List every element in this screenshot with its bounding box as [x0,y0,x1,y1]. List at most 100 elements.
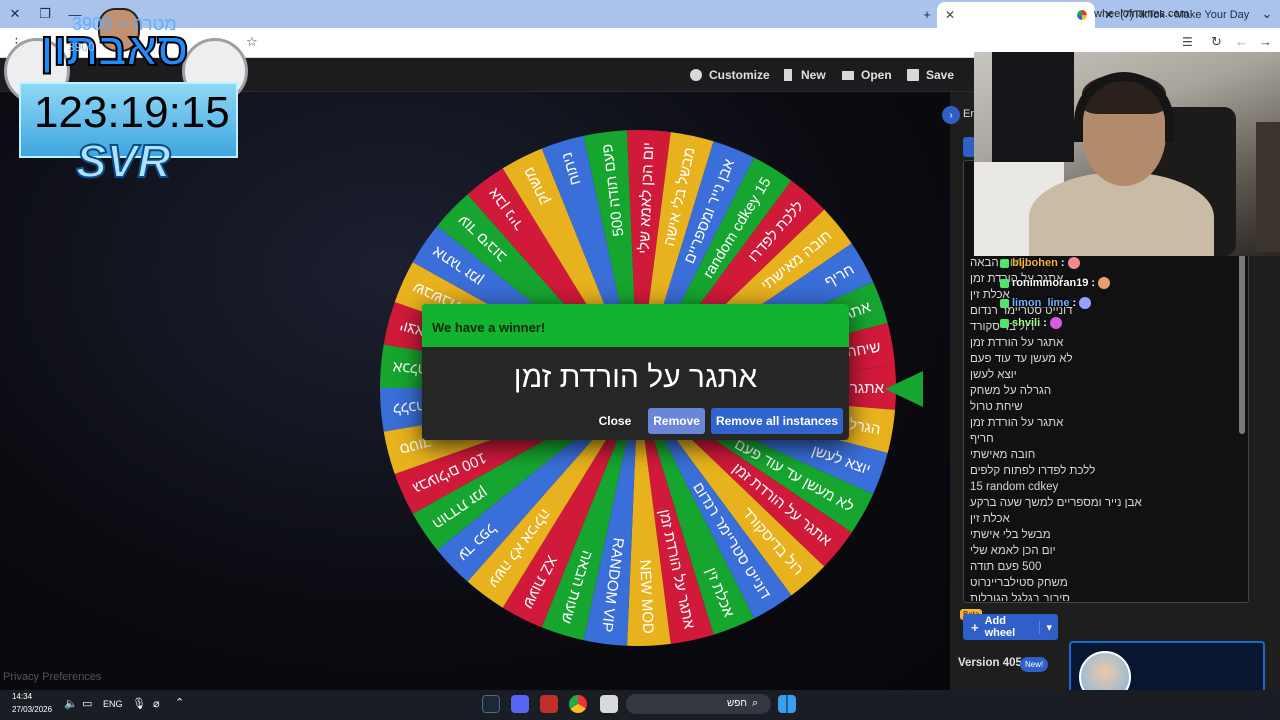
webcam-background-monitor [992,52,1074,162]
winner-name: אתגר על הורדת זמן [513,361,758,394]
forward-arrow-icon[interactable]: → [1259,34,1272,49]
entry-line[interactable]: משחק סטילבריינרוט [970,575,1170,591]
privacy-preferences-link[interactable]: Privacy Preferences [3,671,101,683]
entry-line[interactable]: הגרלה על משחק [970,383,1170,399]
entry-line[interactable]: לא מעשן עד עוד פעם [970,351,1170,367]
reload-icon[interactable]: ↻ [1211,34,1222,50]
tray-chevron-up-icon[interactable]: ⌃ [175,696,184,709]
chat-username: limon_lime [1012,297,1070,309]
url-field[interactable]: wheelofnames.com [1094,8,1189,20]
winner-heading: We have a winner! [422,304,849,347]
chat-separator: : [1043,317,1047,329]
taskbar-search[interactable] [626,694,771,714]
palette-icon [690,69,702,81]
chat-overlay: bljbohen: ronimmoran19: limon_lime: shvili: [1000,253,1170,333]
subathon-timer: 123:19:15 [34,88,230,137]
taskbar-search-label: חפש [727,698,747,709]
chat-message: ronimmoran19: [1000,273,1170,293]
kick-badge-icon [1000,298,1009,308]
remove-all-instances-button[interactable]: Remove all instances [710,408,843,434]
taskbar-search-icon: ⌕ [752,697,759,709]
chat-username: ronimmoran19 [1012,277,1089,289]
open-label: Open [861,68,892,82]
chat-message: bljbohen: [1000,253,1170,273]
wheel-pointer-icon [885,371,923,407]
entry-line[interactable]: אכלת זין [970,511,1170,527]
tab-wheelofnames[interactable]: ✕ [937,2,1095,28]
close-tab-icon[interactable]: ✕ [945,8,955,22]
file-explorer-icon[interactable] [600,695,618,713]
winner-dialog: We have a winner! אתגר על הורדת זמן Clos… [422,304,849,440]
close-button[interactable]: Close [594,408,637,434]
entry-line[interactable]: אבן נייר ומספריים למשך שעה ברקע [970,495,1170,511]
site-info-icon[interactable]: ☰ [1182,35,1193,49]
entry-line[interactable]: אתגר על הורדת זמן [970,335,1170,351]
entry-line[interactable]: אתגר על הורדת זמן [970,415,1170,431]
chat-message: shvili: [1000,313,1170,333]
chat-message: limon_lime: [1000,293,1170,313]
goal-value: 3900 [68,40,95,54]
taskbar-time[interactable]: 14:34 [12,692,32,701]
webcam-feed [974,52,1280,256]
tab-favicon-icon [1077,10,1087,20]
close-window-icon[interactable]: ✕ [0,0,30,28]
new-button[interactable]: New [782,58,826,92]
add-wheel-label: Add wheel [984,615,1016,639]
kick-badge-icon [1000,278,1009,288]
add-wheel-dropdown-icon[interactable]: ▾ [1039,620,1058,634]
wheel-segment-label: NEW MOD [636,559,656,634]
entry-line[interactable]: מבשל בלי אישתי [970,527,1170,543]
entry-line[interactable]: חריף [970,431,1170,447]
customize-button[interactable]: Customize [690,58,770,92]
game-app-icon[interactable] [540,695,558,713]
tab-list-chevron-icon[interactable]: ⌄ [1252,0,1280,28]
save-disk-icon [907,69,919,81]
chrome-icon[interactable] [569,695,587,713]
open-button[interactable]: Open [842,58,892,92]
entry-line[interactable]: חובה מאישתי [970,447,1170,463]
new-badge: New! [1020,657,1049,672]
microphone-icon[interactable]: 🎙 [132,697,146,710]
save-button[interactable]: Save [907,58,954,92]
save-label: Save [926,68,955,82]
entry-line[interactable]: יוצא לעשן [970,367,1170,383]
chat-emote-icon [1098,277,1111,289]
add-wheel-button[interactable]: + Add wheel ▾ [963,614,1058,640]
display-icon[interactable]: ▭ [82,697,92,710]
wifi-off-icon[interactable]: ⌀ [153,697,160,710]
new-label: New [801,68,826,82]
entry-line[interactable]: 15 random cdkey [970,479,1170,495]
volume-icon[interactable]: 🔈 [64,697,78,710]
steam-icon[interactable] [482,695,500,713]
chat-username: bljbohen [1012,257,1058,269]
kick-badge-icon [1000,258,1009,268]
kick-badge-icon [1000,318,1009,328]
chat-separator: : [1072,297,1077,309]
entry-line[interactable]: שיחת טרול [970,399,1170,415]
svr-logo: SVR [75,134,172,188]
windows-start-icon[interactable] [778,695,796,713]
entry-line[interactable]: יום הכן לאמא שלי [970,543,1170,559]
panel-toggle-icon[interactable]: › [942,106,960,124]
language-indicator[interactable]: ENG [103,699,123,709]
entry-line[interactable]: ללכת לפדרו לפתוח קלפים [970,463,1170,479]
webcam-shelf [1256,122,1280,252]
goal-label: מטרה – 3900 [72,14,177,34]
customize-label: Customize [709,68,770,82]
chat-separator: : [1060,257,1065,269]
plus-icon: + [971,619,979,635]
folder-icon [842,71,854,80]
discord-icon[interactable] [511,695,529,713]
entry-line[interactable]: סיבוב בגלגל הגורלות [970,591,1170,601]
chat-separator: : [1091,277,1096,289]
back-arrow-icon[interactable]: ← [1235,34,1248,49]
chat-emote-icon [1049,317,1062,329]
taskbar-date[interactable]: 27/03/2026 [12,705,52,714]
entry-line[interactable]: 500 פעם תודה [970,559,1170,575]
chat-username: shvili [1012,317,1041,329]
chat-emote-icon [1079,297,1092,309]
chat-emote-icon [1067,257,1080,269]
remove-button[interactable]: Remove [648,408,705,434]
new-file-icon [784,69,792,81]
version-label: Version 405 [958,657,1022,669]
